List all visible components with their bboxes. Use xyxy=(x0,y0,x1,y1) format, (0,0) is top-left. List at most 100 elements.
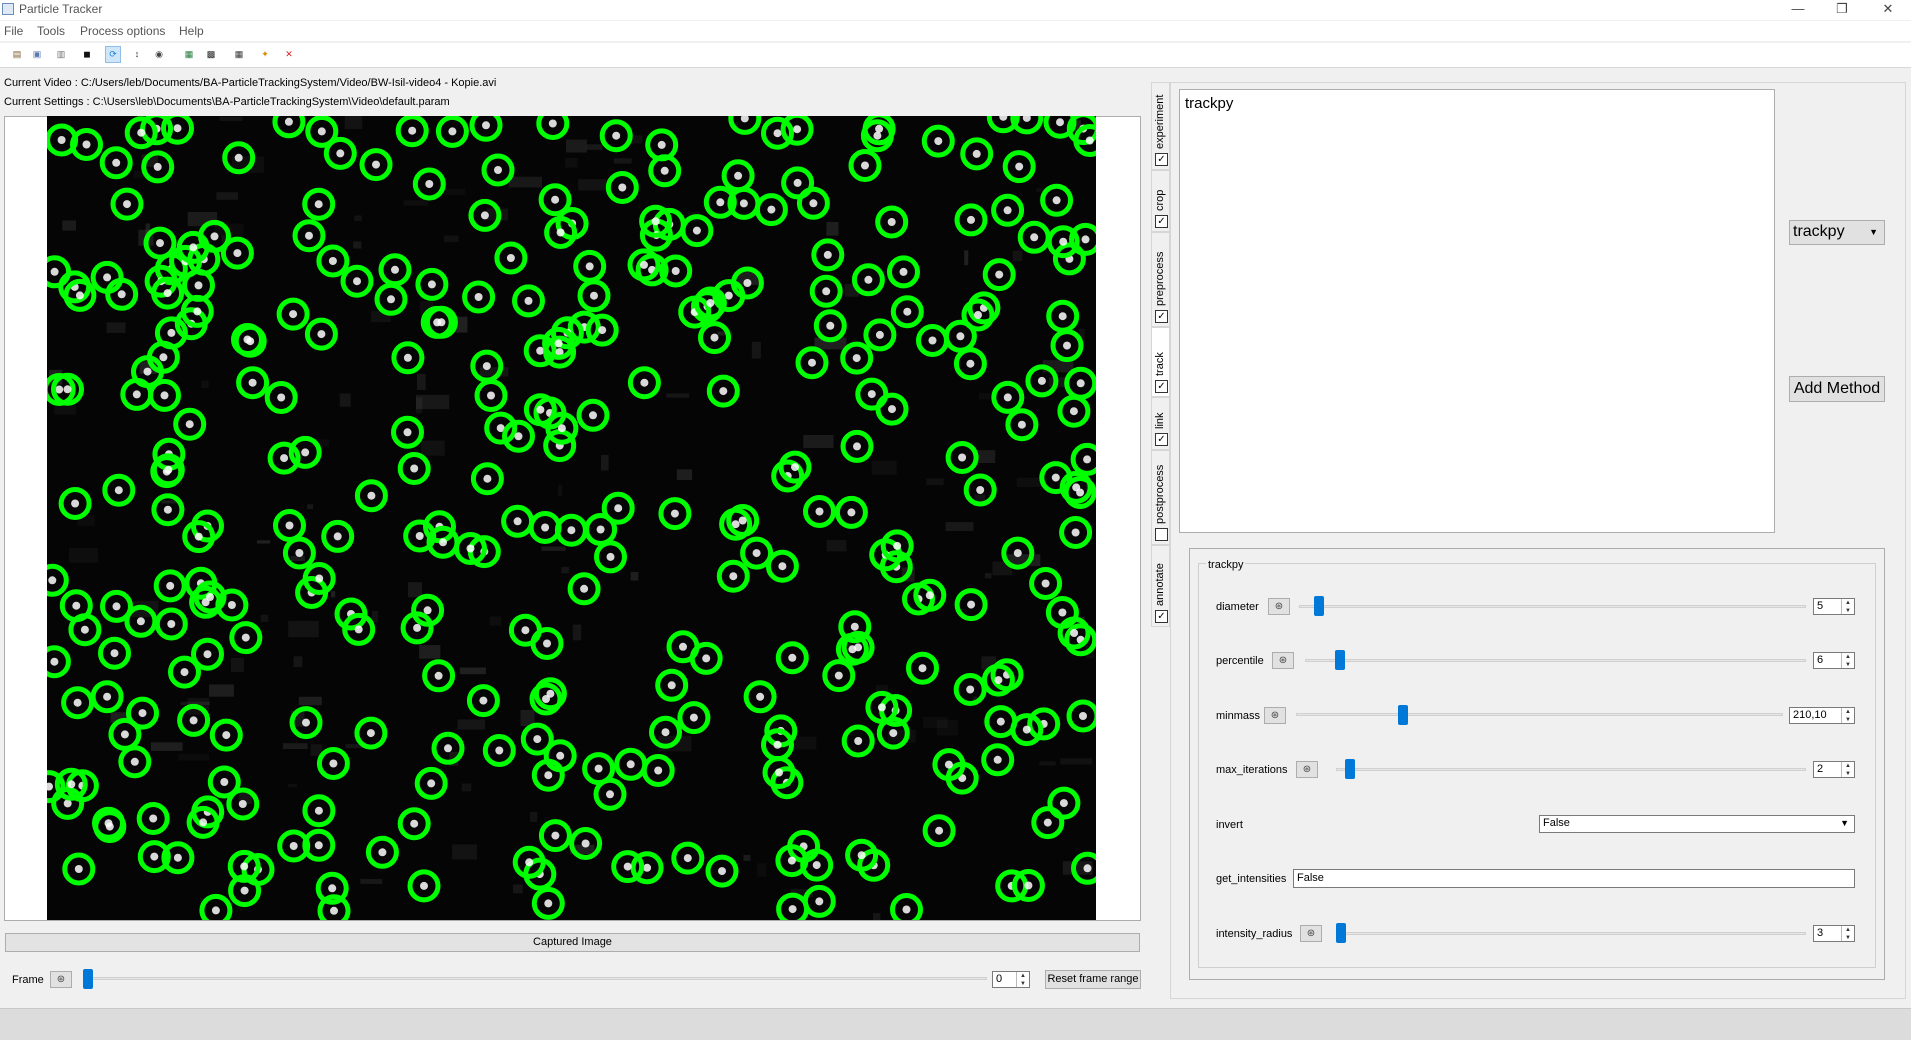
get-intensities-input[interactable]: False xyxy=(1293,869,1855,888)
intensity-radius-slider-track[interactable] xyxy=(1336,932,1806,935)
export-video-icon[interactable]: ▦ xyxy=(232,47,246,62)
export-excel-icon[interactable]: ▦ xyxy=(182,47,196,62)
diameter-slider-track[interactable] xyxy=(1299,605,1806,608)
tab-label: annotate xyxy=(1154,563,1166,606)
diameter-label: diameter xyxy=(1216,601,1259,613)
tab-checkbox[interactable]: ✓ xyxy=(1155,215,1168,228)
intensity-radius-slider-handle[interactable] xyxy=(1336,923,1346,943)
spin-arrows-icon[interactable]: ▲ ▼ xyxy=(1841,599,1854,614)
max-iterations-slider-track[interactable] xyxy=(1336,768,1806,771)
info-icon: ⊛ xyxy=(1274,601,1284,612)
tab-label: preprocess xyxy=(1154,251,1166,306)
info-icon: ⊛ xyxy=(1278,655,1288,666)
tab-checkbox[interactable]: ✓ xyxy=(1155,153,1168,166)
minmass-info-button[interactable]: ⊛ xyxy=(1264,707,1286,724)
captured-image-label: Captured Image xyxy=(5,933,1140,952)
close-window-button[interactable]: ✕ xyxy=(1866,0,1910,20)
info-icon: ⊛ xyxy=(56,974,66,985)
diameter-value: 5 xyxy=(1817,600,1824,612)
frame-label: Frame xyxy=(12,974,44,986)
movie-clapper-icon[interactable]: ▩ xyxy=(204,47,218,62)
intensity-radius-info-button[interactable]: ⊛ xyxy=(1300,925,1322,942)
save-settings-icon[interactable]: ▥ xyxy=(54,47,68,62)
spin-arrows-icon[interactable]: ▲ ▼ xyxy=(1841,762,1854,777)
pipeline-tabs: experiment ✓ crop ✓ preprocess ✓ track ✓ link ✓ po… xyxy=(1151,82,1170,627)
maximize-button[interactable]: ❐ xyxy=(1820,0,1864,20)
toolbar: ▤ ▣ ▥ ◼ ⟳ ↕ ◉ ▦ ▩ ▦ ✦ ✕ xyxy=(0,43,1911,68)
tab-track[interactable]: track ✓ xyxy=(1151,327,1170,397)
frame-info-button[interactable]: ⊛ xyxy=(50,971,72,988)
tab-postprocess[interactable]: postprocess xyxy=(1151,450,1170,545)
percentile-info-button[interactable]: ⊛ xyxy=(1272,652,1294,669)
menu-bar: File Tools Process options Help xyxy=(0,21,1911,41)
add-method-button[interactable]: Add Method xyxy=(1789,376,1885,402)
method-list[interactable]: trackpy xyxy=(1179,89,1775,533)
percentile-slider-handle[interactable] xyxy=(1335,650,1346,670)
statistics-icon[interactable]: ↕ xyxy=(130,47,144,62)
current-settings-path: Current Settings : C:\Users\leb\Document… xyxy=(4,96,450,108)
intensity-radius-spinbox[interactable]: 3 ▲ ▼ xyxy=(1813,925,1855,942)
invert-value: False xyxy=(1543,817,1570,829)
menu-file[interactable]: File xyxy=(4,24,23,38)
frame-spinbox[interactable]: 0 ▲ ▼ xyxy=(992,971,1030,988)
max-iterations-slider-handle[interactable] xyxy=(1345,759,1356,779)
chevron-down-icon: ▼ xyxy=(1840,818,1849,828)
particle-overlay xyxy=(47,116,1096,920)
window-title: Particle Tracker xyxy=(19,2,103,16)
max-iterations-spinbox[interactable]: 2 ▲ ▼ xyxy=(1813,761,1855,778)
open-settings-icon[interactable]: ▣ xyxy=(30,47,44,62)
minimize-button[interactable]: — xyxy=(1776,0,1820,20)
percentile-label: percentile xyxy=(1216,655,1264,667)
video-canvas[interactable] xyxy=(47,116,1096,920)
minmass-spinbox[interactable]: 210,10 ▲ ▼ xyxy=(1789,707,1855,724)
list-item[interactable]: trackpy xyxy=(1185,95,1233,112)
info-icon: ⊛ xyxy=(1306,928,1316,939)
menu-process-options[interactable]: Process options xyxy=(80,24,165,38)
max-iterations-info-button[interactable]: ⊛ xyxy=(1296,761,1318,778)
frame-value: 0 xyxy=(996,973,1003,985)
method-select[interactable]: trackpy ▼ xyxy=(1789,220,1885,245)
tab-label: postprocess xyxy=(1154,464,1166,524)
frame-slider-track[interactable] xyxy=(85,977,987,980)
tab-preprocess[interactable]: preprocess ✓ xyxy=(1151,232,1170,327)
tab-link[interactable]: link ✓ xyxy=(1151,397,1170,450)
settings-group-title: trackpy xyxy=(1206,559,1246,571)
tab-checkbox[interactable]: ✓ xyxy=(1155,380,1168,393)
tab-annotate[interactable]: annotate ✓ xyxy=(1151,545,1170,627)
percentile-value: 6 xyxy=(1817,654,1824,666)
tab-label: experiment xyxy=(1154,94,1166,149)
camera-icon[interactable]: ◉ xyxy=(152,47,166,62)
tab-checkbox[interactable]: ✓ xyxy=(1155,433,1168,446)
tab-checkbox[interactable] xyxy=(1155,528,1168,541)
open-file-icon[interactable]: ▤ xyxy=(10,47,24,62)
spin-arrows-icon[interactable]: ▲ ▼ xyxy=(1841,653,1854,668)
run-icon[interactable]: ✦ xyxy=(258,47,272,62)
percentile-spinbox[interactable]: 6 ▲ ▼ xyxy=(1813,652,1855,669)
minmass-slider-handle[interactable] xyxy=(1398,705,1409,725)
diameter-spinbox[interactable]: 5 ▲ ▼ xyxy=(1813,598,1855,615)
get-intensities-label: get_intensities xyxy=(1216,873,1287,885)
close-x-icon[interactable]: ✕ xyxy=(282,47,296,62)
menu-help[interactable]: Help xyxy=(179,24,204,38)
tab-checkbox[interactable]: ✓ xyxy=(1155,610,1168,623)
max-iterations-label: max_iterations xyxy=(1216,764,1288,776)
save-icon[interactable]: ◼ xyxy=(80,47,94,62)
percentile-slider-track[interactable] xyxy=(1305,659,1806,662)
spin-arrows-icon[interactable]: ▲ ▼ xyxy=(1016,972,1029,987)
tab-crop[interactable]: crop ✓ xyxy=(1151,170,1170,232)
spin-arrows-icon[interactable]: ▲ ▼ xyxy=(1841,926,1854,941)
minmass-slider-track[interactable] xyxy=(1296,713,1783,716)
refresh-icon[interactable]: ⟳ xyxy=(105,46,121,63)
invert-select[interactable]: False ▼ xyxy=(1539,815,1855,833)
menu-tools[interactable]: Tools xyxy=(37,24,65,38)
reset-frame-range-button[interactable]: Reset frame range xyxy=(1045,970,1141,989)
diameter-info-button[interactable]: ⊛ xyxy=(1268,598,1290,615)
chevron-down-icon: ▼ xyxy=(1869,227,1878,237)
frame-slider-handle[interactable] xyxy=(83,969,93,989)
tab-experiment[interactable]: experiment ✓ xyxy=(1151,82,1170,170)
intensity-radius-value: 3 xyxy=(1817,927,1824,939)
diameter-slider-handle[interactable] xyxy=(1314,596,1325,616)
tab-checkbox[interactable]: ✓ xyxy=(1155,310,1168,323)
spin-arrows-icon[interactable]: ▲ ▼ xyxy=(1841,708,1854,723)
status-bar xyxy=(0,1008,1911,1040)
